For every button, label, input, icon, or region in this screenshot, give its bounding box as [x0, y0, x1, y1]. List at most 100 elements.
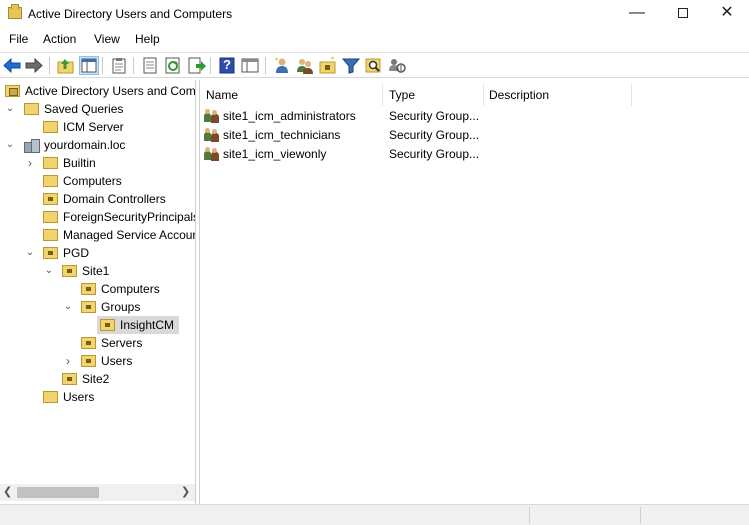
filter-button[interactable] [341, 56, 361, 75]
refresh-icon [165, 57, 180, 74]
tree-item-foreign-security-principals[interactable]: ForeignSecurityPrincipals [0, 208, 196, 226]
chevron-down-icon[interactable]: ⌄ [4, 100, 16, 118]
new-group-button[interactable] [295, 56, 315, 75]
help-button[interactable]: ? [217, 56, 237, 75]
chevron-down-icon[interactable]: ⌄ [43, 262, 55, 280]
refresh-button[interactable] [163, 56, 183, 75]
chevron-right-icon[interactable]: › [24, 154, 36, 172]
status-bar [0, 504, 749, 525]
toolbar-separator [102, 57, 103, 74]
chevron-down-icon[interactable]: ⌄ [4, 136, 16, 154]
tree-item-root[interactable]: Active Directory Users and Computers [0, 82, 196, 100]
find-button[interactable] [364, 56, 384, 75]
ou-folder-icon [43, 193, 58, 205]
tree-label: Servers [101, 336, 143, 350]
tree-item-groups[interactable]: ⌄ Groups [0, 298, 195, 316]
app-folder-icon [8, 4, 22, 19]
chevron-right-icon[interactable]: › [62, 352, 74, 370]
show-hide-tree-button[interactable] [79, 56, 99, 75]
tree-item-site1[interactable]: ⌄ Site1 [0, 262, 195, 280]
scroll-right-icon[interactable]: ❯ [181, 485, 190, 498]
column-header-type[interactable]: Type [383, 84, 483, 106]
tree-item-domain-controllers[interactable]: Domain Controllers [0, 190, 195, 208]
close-button[interactable]: ✕ [704, 0, 749, 28]
tree-item-insightcm[interactable]: InsightCM [0, 316, 195, 334]
forward-button[interactable] [24, 56, 44, 75]
tree-label: Active Directory Users and Computers [25, 84, 196, 98]
column-header-name[interactable]: Name [200, 84, 382, 106]
tree-item-saved-queries[interactable]: ⌄ Saved Queries [0, 100, 195, 118]
menu-view[interactable]: View [94, 32, 120, 46]
tree-item-computers[interactable]: Computers [0, 172, 195, 190]
back-button[interactable] [2, 56, 22, 75]
tree-item-site2[interactable]: Site2 [0, 370, 195, 388]
up-one-level-button[interactable] [56, 56, 76, 75]
clipboard-button[interactable] [109, 56, 129, 75]
toolbar-separator [133, 57, 134, 74]
ou-folder-icon [100, 319, 115, 331]
tree-item-domain[interactable]: ⌄ yourdomain.loc [0, 136, 195, 154]
maximize-button[interactable] [660, 0, 706, 28]
ou-folder-icon [81, 355, 96, 367]
tree-label: InsightCM [120, 318, 175, 332]
tree-label: Builtin [63, 156, 96, 170]
move-button[interactable] [387, 56, 407, 75]
minimize-button[interactable]: — [614, 0, 660, 28]
toolbar-separator [210, 57, 211, 74]
new-ou-icon [319, 57, 336, 74]
move-icon [389, 59, 406, 73]
chevron-down-icon[interactable]: ⌄ [62, 298, 74, 316]
find-icon [365, 58, 381, 73]
list-item[interactable]: site1_icm_viewonly Security Group... [200, 145, 740, 163]
tree-item-builtin[interactable]: › Builtin [0, 154, 195, 172]
tree-item-pgd[interactable]: ⌄ PGD [0, 244, 195, 262]
ou-folder-icon [62, 265, 77, 277]
menu-file[interactable]: File [9, 32, 28, 46]
minimize-icon: — [629, 4, 645, 21]
help-glyph: ? [223, 57, 231, 72]
tree-horizontal-scrollbar[interactable]: ❮ ❯ [0, 484, 195, 501]
tree-item-managed-service-accounts[interactable]: Managed Service Accounts [0, 226, 196, 244]
list-item[interactable]: site1_icm_technicians Security Group... [200, 126, 740, 144]
new-ou-button[interactable] [318, 56, 338, 75]
ou-folder-icon [81, 301, 96, 313]
tree-item-users[interactable]: Users [0, 388, 195, 406]
scroll-thumb[interactable] [17, 487, 99, 498]
chevron-down-icon[interactable]: ⌄ [24, 244, 36, 262]
toolbar: ? [0, 52, 749, 78]
menu-help[interactable]: Help [135, 32, 160, 46]
snapin-root-icon [5, 85, 20, 97]
show-tree-icon [81, 58, 97, 73]
new-group-icon [297, 59, 313, 74]
results-pane[interactable]: Name Type Description site1_icm_administ… [199, 80, 749, 504]
new-user-button[interactable] [272, 56, 292, 75]
ou-folder-icon [81, 337, 96, 349]
list-item[interactable]: site1_icm_administrators Security Group.… [200, 107, 740, 125]
properties-button[interactable] [140, 56, 160, 75]
tree-item-site1-computers[interactable]: Computers [0, 280, 195, 298]
tree-item-icm-server[interactable]: ICM Server [0, 118, 195, 136]
tree-label: Managed Service Accounts [63, 228, 196, 242]
column-header-description[interactable]: Description [483, 84, 631, 106]
tree-item-site1-users[interactable]: › Users [0, 352, 195, 370]
tree-label: yourdomain.loc [44, 138, 126, 152]
folder-icon [43, 157, 58, 169]
tree-label: ForeignSecurityPrincipals [63, 210, 196, 224]
back-arrow-icon [3, 57, 21, 74]
folder-icon [43, 229, 58, 241]
group-name: site1_icm_viewonly [223, 147, 327, 161]
menu-bar: File Action View Help [0, 29, 749, 51]
export-list-button[interactable] [187, 56, 207, 75]
console-tree[interactable]: Active Directory Users and Computers ⌄ S… [0, 80, 196, 504]
toolbar-separator [265, 57, 266, 74]
folder-icon [43, 175, 58, 187]
tree-label: Users [63, 390, 95, 404]
tree-item-servers[interactable]: Servers [0, 334, 195, 352]
column-divider[interactable] [631, 84, 632, 106]
view-button[interactable] [240, 56, 260, 75]
tree-label: Domain Controllers [63, 192, 166, 206]
scroll-left-icon[interactable]: ❮ [3, 485, 12, 498]
tree-label: Site2 [82, 372, 110, 386]
menu-action[interactable]: Action [43, 32, 76, 46]
group-type: Security Group... [389, 128, 480, 142]
